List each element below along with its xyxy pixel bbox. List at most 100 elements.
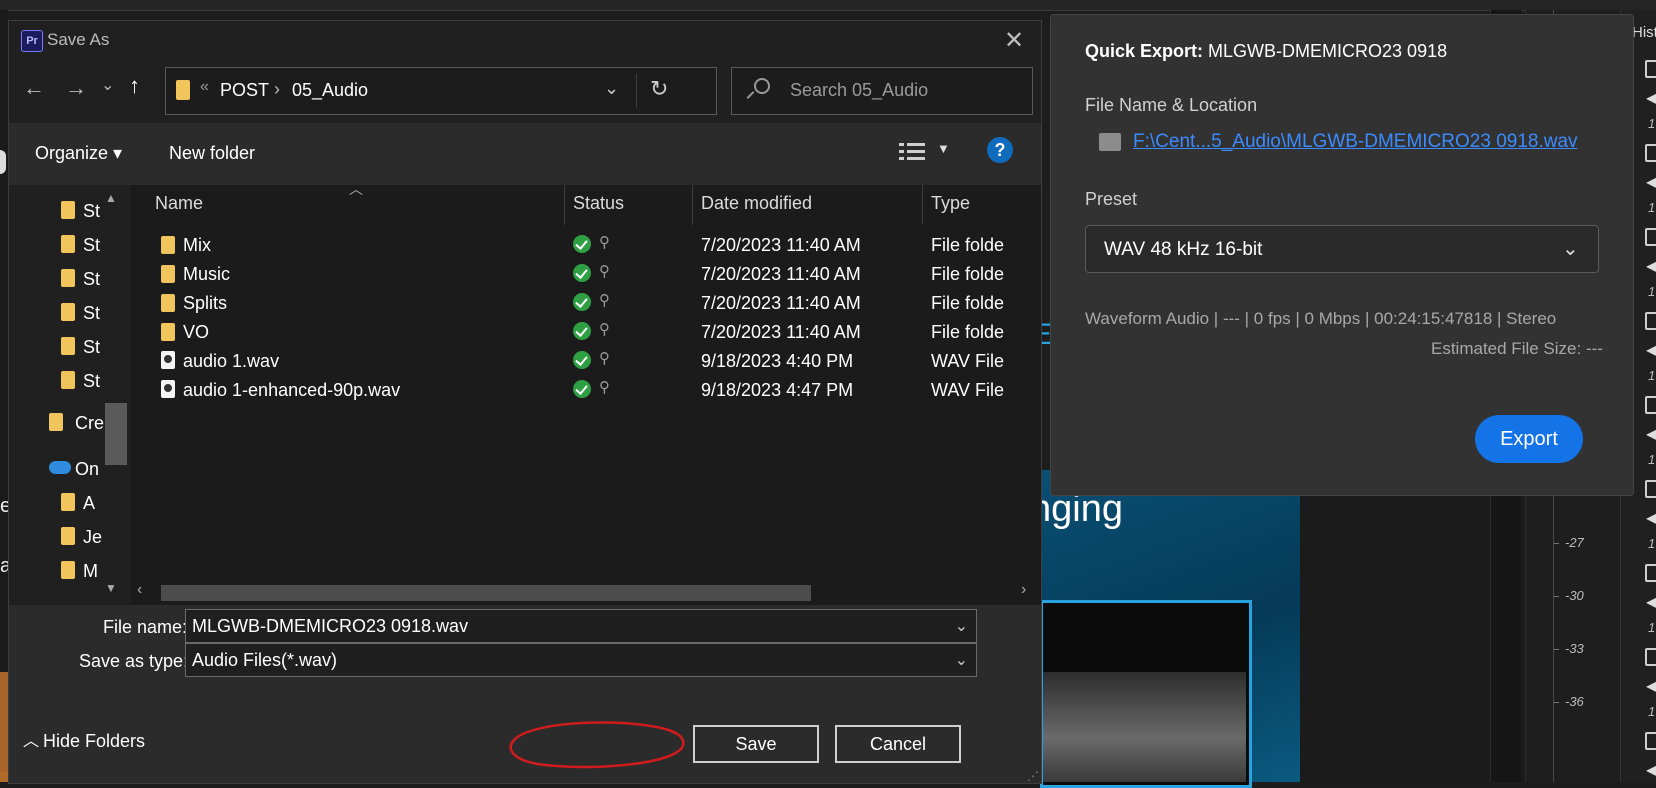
organize-button[interactable]: Organize ▾ (35, 143, 122, 164)
scroll-down-icon[interactable]: ▼ (105, 581, 117, 595)
save-button[interactable]: Save (693, 725, 819, 763)
shared-person-icon: ⚲ (599, 234, 610, 251)
audio-file-icon (161, 351, 175, 369)
chevron-up-icon[interactable]: ︿ (23, 727, 39, 751)
file-row[interactable]: audio 1-enhanced-90p.wav ⚲ 9/18/2023 4:47 … (131, 376, 1041, 404)
history-step-marker[interactable]: 1 (1648, 284, 1655, 299)
scroll-up-icon[interactable]: ▲ (105, 191, 117, 205)
expand-arrow-icon[interactable]: ◀ (1646, 340, 1656, 360)
view-dropdown-icon[interactable]: ▼ (937, 141, 950, 156)
history-item-icon[interactable] (1645, 396, 1656, 414)
nav-item-label: On (75, 459, 100, 479)
refresh-icon[interactable]: ↻ (650, 76, 668, 102)
history-item-icon[interactable] (1645, 228, 1656, 246)
save-as-type-value[interactable]: Audio Files(*.wav) (192, 650, 337, 671)
expand-arrow-icon[interactable]: ◀ (1646, 592, 1656, 612)
back-arrow-icon[interactable]: ← (23, 75, 45, 101)
file-row[interactable]: VO ⚲ 7/20/2023 11:40 AM File folde (131, 318, 1041, 346)
file-type: File folde (931, 264, 1005, 284)
file-row[interactable]: audio 1.wav ⚲ 9/18/2023 4:40 PM WAV File (131, 347, 1041, 375)
file-row[interactable]: Mix ⚲ 7/20/2023 11:40 AM File folde (131, 231, 1041, 259)
search-box[interactable]: Search 05_Audio (731, 67, 1033, 115)
dialog-title-bar[interactable]: Pr Save As ✕ (9, 21, 1041, 61)
horizontal-scrollbar-thumb[interactable] (161, 585, 811, 601)
new-folder-button[interactable]: New folder (169, 143, 255, 164)
preset-dropdown[interactable]: WAV 48 kHz 16-bit ⌄ (1085, 225, 1599, 273)
nav-item-label: A (83, 493, 96, 513)
address-dropdown-icon[interactable]: ⌄ (604, 78, 619, 99)
forward-arrow-icon[interactable]: → (65, 75, 87, 101)
hide-folders-button[interactable]: Hide Folders (43, 731, 145, 752)
breadcrumb-post[interactable]: POST (220, 80, 269, 101)
history-item-icon[interactable] (1645, 564, 1656, 582)
help-icon[interactable]: ? (987, 137, 1013, 163)
folder-icon (176, 80, 190, 100)
history-step-marker[interactable]: 1 (1648, 368, 1655, 383)
save-as-type-dropdown-icon[interactable]: ⌄ (955, 650, 968, 670)
up-arrow-icon[interactable]: ↑ (129, 73, 140, 99)
address-bar[interactable]: « POST › 05_Audio ⌄ ↻ (165, 67, 717, 115)
expand-arrow-icon[interactable]: ◀ (1646, 256, 1656, 276)
breadcrumb-overflow[interactable]: « (200, 78, 209, 96)
history-item-icon[interactable] (1645, 60, 1656, 78)
file-name-dropdown-icon[interactable]: ⌄ (955, 616, 968, 636)
history-item-icon[interactable] (1645, 648, 1656, 666)
close-icon[interactable]: ✕ (999, 27, 1029, 55)
file-date: 9/18/2023 4:47 PM (701, 380, 854, 400)
history-step-marker[interactable]: 1 (1648, 536, 1655, 551)
expand-arrow-icon[interactable]: ◀ (1646, 424, 1656, 444)
file-location-link[interactable]: F:\Cent...5_Audio\MLGWB-DMEMICRO23 0918.… (1133, 131, 1578, 153)
column-type[interactable]: Type (931, 193, 970, 214)
file-name: Music (183, 264, 231, 284)
column-name[interactable]: Name (155, 193, 203, 214)
nav-scrollbar-thumb[interactable] (105, 403, 127, 465)
folder-icon (61, 527, 75, 545)
shared-person-icon: ⚲ (599, 263, 610, 280)
breadcrumb-05-audio[interactable]: 05_Audio (292, 80, 368, 101)
history-item-icon[interactable] (1645, 480, 1656, 498)
column-divider[interactable] (692, 185, 693, 225)
nav-item-label: St (83, 201, 101, 221)
resize-grip-icon[interactable]: ⋰ (1027, 769, 1039, 783)
folder-icon[interactable] (1099, 133, 1121, 151)
expand-arrow-icon[interactable]: ◀ (1646, 508, 1656, 528)
quick-export-title: Quick Export: MLGWB-DMEMICRO23 0918 (1085, 41, 1447, 62)
history-tab[interactable]: Hist (1632, 24, 1656, 41)
cancel-button[interactable]: Cancel (835, 725, 961, 763)
horizontal-scrollbar[interactable]: ‹ › (131, 579, 1041, 605)
save-as-type-select[interactable]: Audio Files(*.wav) ⌄ (185, 643, 977, 677)
history-step-marker[interactable]: 1 (1648, 704, 1655, 719)
history-item-icon[interactable] (1645, 144, 1656, 162)
file-name-value[interactable]: MLGWB-DMEMICRO23 0918.wav (192, 616, 468, 637)
scroll-right-icon[interactable]: › (1021, 581, 1026, 599)
column-status[interactable]: Status (573, 193, 624, 214)
history-step-marker[interactable]: 1 (1648, 200, 1655, 215)
file-type: WAV File (931, 380, 1005, 400)
recent-locations-chevron-icon[interactable]: ⌄ (101, 75, 114, 95)
column-divider[interactable] (922, 185, 923, 225)
shared-person-icon: ⚲ (599, 292, 610, 309)
history-item-icon[interactable] (1645, 312, 1656, 330)
save-as-dialog: Pr Save As ✕ ← → ⌄ ↑ « POST › 05_Audio ⌄… (8, 20, 1042, 784)
history-step-marker[interactable]: 1 (1648, 116, 1655, 131)
breadcrumb-separator-icon[interactable]: › (274, 79, 280, 100)
file-type: File folde (931, 293, 1005, 313)
export-button[interactable]: Export (1475, 415, 1583, 463)
synced-check-icon (573, 235, 591, 253)
file-row[interactable]: Music ⚲ 7/20/2023 11:40 AM File folde (131, 260, 1041, 288)
column-date-modified[interactable]: Date modified (701, 193, 812, 214)
expand-arrow-icon[interactable]: ◀ (1646, 760, 1656, 780)
folder-icon (61, 493, 75, 511)
file-row[interactable]: Splits ⚲ 7/20/2023 11:40 AM File folde (131, 289, 1041, 317)
search-icon (754, 78, 770, 94)
view-options-icon[interactable] (899, 143, 925, 161)
file-name-input[interactable]: MLGWB-DMEMICRO23 0918.wav ⌄ (185, 609, 977, 643)
column-divider[interactable] (564, 185, 565, 225)
expand-arrow-icon[interactable]: ◀ (1646, 676, 1656, 696)
history-item-icon[interactable] (1645, 732, 1656, 750)
expand-arrow-icon[interactable]: ◀ (1646, 88, 1656, 108)
expand-arrow-icon[interactable]: ◀ (1646, 172, 1656, 192)
history-step-marker[interactable]: 1 (1648, 620, 1655, 635)
scroll-left-icon[interactable]: ‹ (137, 581, 142, 599)
history-step-marker[interactable]: 1 (1648, 452, 1655, 467)
